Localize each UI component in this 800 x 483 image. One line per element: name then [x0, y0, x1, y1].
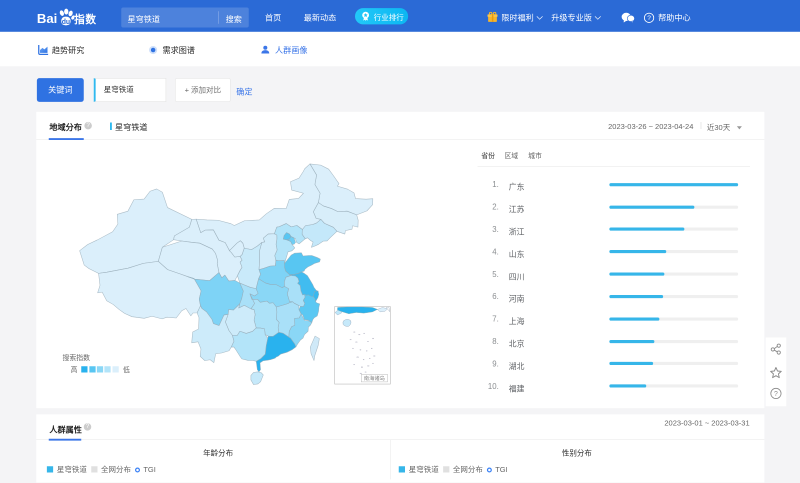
- svg-text:?: ?: [647, 15, 651, 22]
- svg-text:du: du: [62, 19, 70, 26]
- svg-text:?: ?: [774, 391, 778, 398]
- svg-text:南海诸岛: 南海诸岛: [364, 374, 385, 382]
